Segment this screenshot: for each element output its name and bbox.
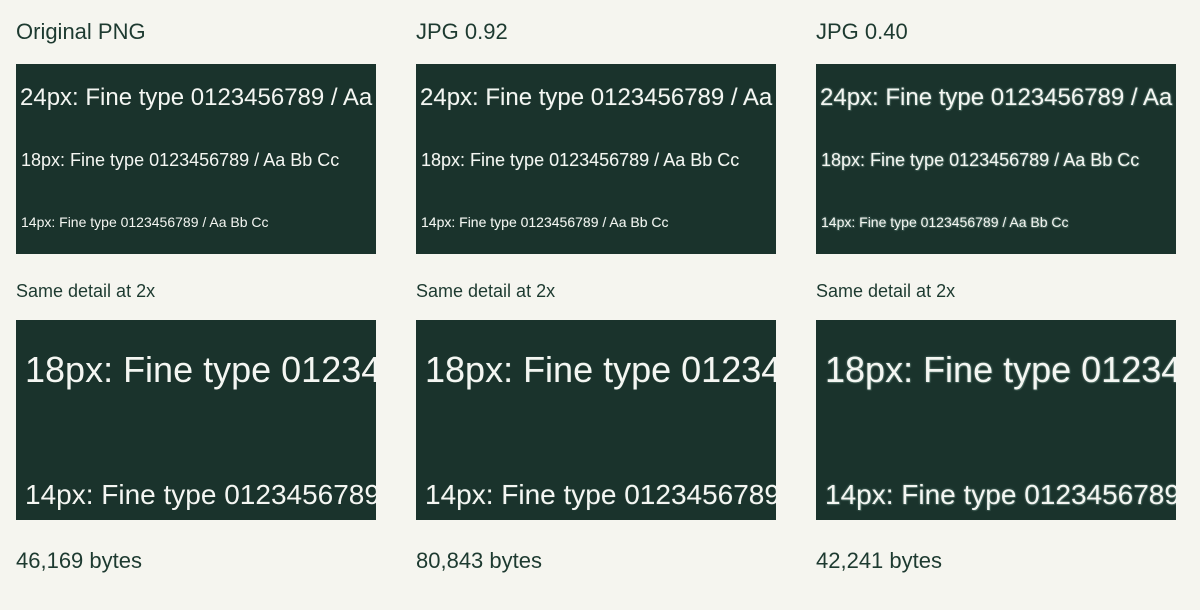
detail-zoom-image: 18px: Fine type 0123456789 / Aa Bb Cc 14…	[816, 320, 1176, 520]
sample-14px-text: 14px: Fine type 0123456789 / Aa Bb Cc	[821, 214, 1069, 230]
detail-18px-text: 18px: Fine type 0123456789 / Aa Bb Cc	[425, 349, 776, 390]
column-title: JPG 0.40	[816, 19, 908, 44]
detail-14px-text: 14px: Fine type 0123456789 / Aa Bb Cc	[25, 479, 376, 510]
file-size: 80,843 bytes	[416, 548, 542, 573]
sample-24px-text: 24px: Fine type 0123456789 / Aa Bb Cc	[20, 84, 376, 111]
column-jpg-040: JPG 0.40 24px: Fine type 0123456789 / Aa…	[816, 0, 1176, 610]
detail-14px-text: 14px: Fine type 0123456789 / Aa Bb Cc	[825, 479, 1176, 510]
detail-18px-text: 18px: Fine type 0123456789 / Aa Bb Cc	[825, 349, 1176, 390]
detail-14px-text: 14px: Fine type 0123456789 / Aa Bb Cc	[425, 479, 776, 510]
sample-14px-text: 14px: Fine type 0123456789 / Aa Bb Cc	[421, 214, 669, 230]
sample-24px-text: 24px: Fine type 0123456789 / Aa Bb Cc	[420, 84, 776, 111]
detail-label: Same detail at 2x	[816, 281, 956, 301]
file-size: 46,169 bytes	[16, 548, 142, 573]
sample-image: 24px: Fine type 0123456789 / Aa Bb Cc 18…	[416, 64, 776, 254]
column-title: JPG 0.92	[416, 19, 508, 44]
file-size: 42,241 bytes	[816, 548, 942, 573]
sample-18px-text: 18px: Fine type 0123456789 / Aa Bb Cc	[421, 150, 740, 170]
detail-18px-text: 18px: Fine type 0123456789 / Aa Bb Cc	[25, 349, 376, 390]
column-original-png: Original PNG 24px: Fine type 0123456789 …	[16, 0, 376, 610]
sample-14px-text: 14px: Fine type 0123456789 / Aa Bb Cc	[21, 214, 269, 230]
column-title: Original PNG	[16, 19, 146, 44]
sample-18px-text: 18px: Fine type 0123456789 / Aa Bb Cc	[21, 150, 340, 170]
sample-24px-text: 24px: Fine type 0123456789 / Aa Bb Cc	[820, 84, 1176, 111]
sample-image: 24px: Fine type 0123456789 / Aa Bb Cc 18…	[816, 64, 1176, 254]
sample-image: 24px: Fine type 0123456789 / Aa Bb Cc 18…	[16, 64, 376, 254]
detail-label: Same detail at 2x	[16, 281, 156, 301]
detail-zoom-image: 18px: Fine type 0123456789 / Aa Bb Cc 14…	[16, 320, 376, 520]
column-jpg-092: JPG 0.92 24px: Fine type 0123456789 / Aa…	[416, 0, 776, 610]
detail-zoom-image: 18px: Fine type 0123456789 / Aa Bb Cc 14…	[416, 320, 776, 520]
sample-18px-text: 18px: Fine type 0123456789 / Aa Bb Cc	[821, 150, 1140, 170]
detail-label: Same detail at 2x	[416, 281, 556, 301]
